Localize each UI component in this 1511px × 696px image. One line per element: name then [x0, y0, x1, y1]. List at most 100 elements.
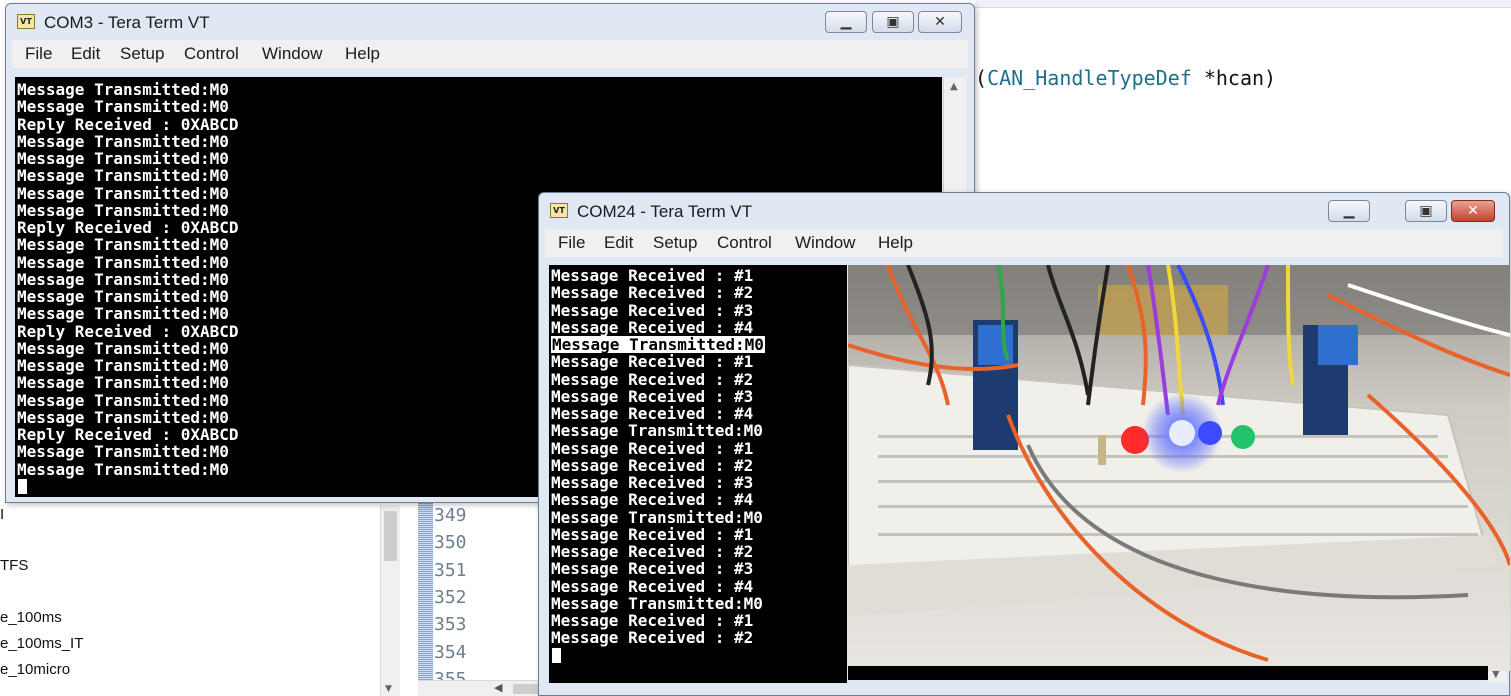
menu-edit[interactable]: Edit [604, 233, 633, 253]
terminal-line: Message Received : #1 [551, 524, 754, 544]
terminal-line: Message Received : #3 [551, 300, 754, 320]
screw-terminal-right [1318, 325, 1358, 365]
terminal-line: Message Transmitted:M0 [551, 421, 763, 441]
terminal-line: Message Transmitted:M0 [17, 80, 229, 99]
project-explorer-scrollbar[interactable]: ▼ [380, 505, 400, 696]
terminal-line: Message Transmitted:M0 [17, 459, 229, 479]
terminal-line: Message Received : #3 [551, 559, 754, 579]
terminal-line: Message Transmitted:M0 [17, 149, 229, 168]
line-number: 350 [434, 532, 467, 554]
menu-window[interactable]: Window [262, 44, 322, 64]
menu-file[interactable]: File [558, 233, 585, 253]
close-icon: ✕ [934, 14, 946, 30]
minimize-button[interactable]: ▁ [825, 11, 867, 33]
terminal-scrollbar[interactable]: ▲ [943, 77, 966, 197]
menu-help[interactable]: Help [345, 44, 380, 64]
editor-change-gutter [418, 500, 433, 696]
close-button[interactable]: ✕ [918, 11, 962, 33]
terminal-line: Message Transmitted:M0 [17, 97, 229, 117]
menu-control[interactable]: Control [717, 233, 772, 253]
terminal-line: Message Received : #3 [551, 386, 754, 406]
terminal-output[interactable]: Message Received : #1 Message Received : … [549, 265, 847, 683]
terminal-cursor [552, 647, 561, 663]
minimize-icon: ▁ [1343, 203, 1355, 219]
terminal-line: Message Received : #1 [551, 438, 754, 458]
editor-tab-strip [975, 0, 1511, 8]
maximize-button[interactable]: ▣ [1405, 200, 1447, 222]
terminal-line: Message Received : #3 [551, 473, 754, 492]
menu-setup[interactable]: Setup [653, 233, 697, 253]
terminal-cursor [18, 478, 27, 494]
window-title: COM24 - Tera Term VT [577, 202, 753, 221]
terminal-line: Message Received : #4 [551, 576, 754, 596]
scroll-down-arrow-icon[interactable]: ▼ [385, 684, 392, 694]
terminal-line: Message Transmitted:M0 [17, 304, 229, 324]
terminal-line: Message Received : #2 [551, 283, 754, 303]
terminal-line: Message Transmitted:M0 [17, 287, 229, 306]
maximize-icon: ▣ [886, 14, 900, 30]
resistor [1098, 435, 1106, 465]
terminal-line: Message Transmitted:M0 [17, 373, 229, 393]
title-bar[interactable]: VT COM3 - Tera Term VT ▁ ▣ ✕ [6, 4, 974, 40]
terminal-line: Message Transmitted:M0 [17, 183, 229, 203]
terminal-line: Message Received : #4 [551, 317, 754, 337]
terminal-line: Message Transmitted:M0 [17, 356, 229, 375]
terminal-line: Message Received : #2 [551, 455, 754, 475]
terminal-line: Message Received : #2 [551, 628, 754, 648]
line-number: 349 [434, 505, 467, 526]
scroll-up-arrow-icon[interactable]: ▲ [950, 81, 958, 92]
close-button[interactable]: ✕ [1451, 200, 1495, 222]
menu-edit[interactable]: Edit [71, 44, 100, 64]
teraterm-app-icon[interactable]: VT [550, 203, 568, 218]
title-bar[interactable]: VT COM24 - Tera Term VT ▁ ▣ ✕ [539, 193, 1509, 229]
param-type: CAN_HandleTypeDef [987, 66, 1192, 90]
maximize-button[interactable]: ▣ [872, 11, 914, 33]
terminal-line: Reply Received : 0XABCD [17, 218, 239, 237]
terminal-line: Message Transmitted:M0 [17, 390, 229, 410]
terminal-line: Message Transmitted:M0 [17, 131, 229, 151]
menu-control[interactable]: Control [184, 44, 239, 64]
terminal-line: Message Transmitted:M0 [17, 200, 229, 220]
breadboard-photo [848, 265, 1510, 671]
led-blue-2 [1198, 421, 1222, 445]
menu-bar: File Edit Setup Control Window Help [12, 40, 968, 68]
line-number: 353 [434, 614, 467, 636]
code-line-callback-signature[interactable]: k(CAN_HandleTypeDef *hcan) [963, 66, 1276, 90]
menu-file[interactable]: File [25, 44, 52, 64]
terminal-line: Message Transmitted:M0 [551, 335, 765, 354]
terminal-line: Message Transmitted:M0 [551, 507, 763, 527]
terminal-line: Message Transmitted:M0 [17, 252, 229, 272]
project-tree-item[interactable]: e_100ms_IT [0, 635, 83, 652]
close-icon: ✕ [1467, 203, 1479, 219]
terminal-line: Message Transmitted:M0 [17, 338, 229, 358]
param-name: *hcan) [1191, 66, 1277, 90]
menu-help[interactable]: Help [878, 233, 913, 253]
terminal-line: Message Received : #2 [551, 369, 754, 389]
project-tree-item[interactable]: I [0, 506, 4, 523]
terminal-line: Reply Received : 0XABCD [17, 114, 239, 134]
open-paren: ( [975, 66, 988, 90]
maximize-icon: ▣ [1419, 203, 1433, 219]
video-bottom-bar [848, 666, 1488, 680]
project-tree-item[interactable]: TFS [0, 557, 28, 574]
scroll-left-arrow-icon[interactable]: ◀ [494, 681, 502, 694]
menu-setup[interactable]: Setup [120, 44, 164, 64]
terminal-line: Message Transmitted:M0 [17, 166, 229, 186]
led-blue [1169, 420, 1195, 446]
line-number: 351 [434, 559, 467, 581]
scrollbar-thumb[interactable] [384, 511, 397, 561]
background-board [1098, 285, 1228, 335]
minimize-button[interactable]: ▁ [1328, 200, 1370, 222]
menu-window[interactable]: Window [795, 233, 855, 253]
terminal-line: Message Received : #2 [551, 542, 754, 561]
terminal-line: Reply Received : 0XABCD [17, 321, 239, 341]
line-number: 354 [434, 641, 467, 663]
project-tree-item[interactable]: e_100ms [0, 609, 62, 626]
editor-horizontal-scrollbar[interactable]: ◀ [418, 680, 543, 696]
menu-bar: File Edit Setup Control Window Help [545, 229, 1503, 257]
terminal-line: Message Transmitted:M0 [17, 442, 229, 462]
minimize-icon: ▁ [840, 14, 852, 30]
terminal-line: Message Transmitted:M0 [17, 407, 229, 427]
project-tree-item[interactable]: e_10micro [0, 661, 70, 678]
teraterm-app-icon[interactable]: VT [17, 14, 35, 29]
